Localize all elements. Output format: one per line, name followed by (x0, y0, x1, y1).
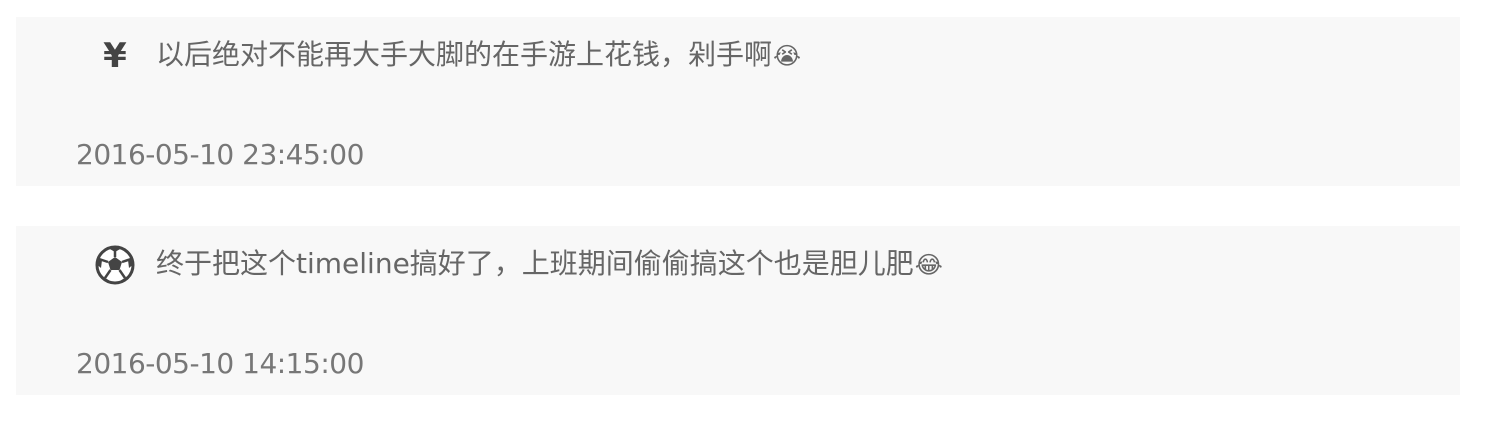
entry-timestamp: 2016-05-10 14:15:00 (76, 347, 364, 380)
crying-face-emoji: 😭 (773, 42, 802, 70)
timeline: ¥ 以后绝对不能再大手大脚的在手游上花钱，剁手啊😭 2016-05-10 23:… (0, 0, 1486, 438)
soccer-ball-icon (94, 244, 136, 286)
entry-message-text: 终于把这个timeline搞好了，上班期间偷偷搞这个也是胆儿肥 (156, 247, 914, 280)
timeline-entry: ¥ 以后绝对不能再大手大脚的在手游上花钱，剁手啊😭 2016-05-10 23:… (16, 17, 1460, 186)
entry-message: 以后绝对不能再大手大脚的在手游上花钱，剁手啊😭 (156, 37, 801, 74)
entry-message-text: 以后绝对不能再大手大脚的在手游上花钱，剁手啊 (156, 38, 773, 71)
entry-timestamp: 2016-05-10 23:45:00 (76, 138, 364, 171)
yen-symbol: ¥ (103, 36, 127, 76)
yen-icon: ¥ (94, 35, 136, 77)
entry-message: 终于把这个timeline搞好了，上班期间偷偷搞这个也是胆儿肥😂 (156, 246, 943, 283)
tears-of-joy-emoji: 😂 (914, 251, 943, 279)
timeline-entry: 终于把这个timeline搞好了，上班期间偷偷搞这个也是胆儿肥😂 2016-05… (16, 226, 1460, 395)
